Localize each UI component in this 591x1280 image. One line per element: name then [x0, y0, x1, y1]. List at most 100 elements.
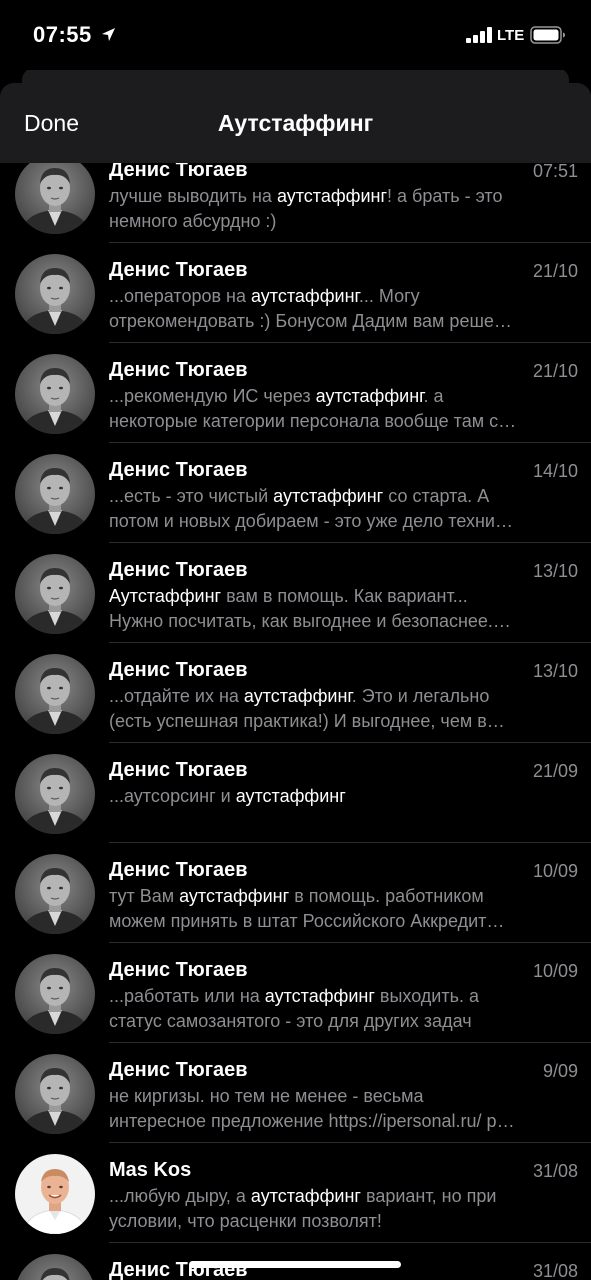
message-preview-line: лучше выводить на аутстаффинг! а брать -…: [109, 186, 579, 207]
message-preview-line: не киргизы. но тем не менее - весьма: [109, 1086, 579, 1107]
message-preview-line: ...рекомендую ИС через аутстаффинг. а: [109, 386, 579, 407]
message-preview-line: ...есть - это чистый аутстаффинг со стар…: [109, 486, 579, 507]
message-text: вариант, но при: [360, 1186, 497, 1206]
message-preview-line: интересное предложение https://ipersonal…: [109, 1111, 579, 1132]
message-text: ... Могу: [358, 286, 420, 306]
avatar: [15, 1054, 95, 1134]
message-text: лучше выводить на: [109, 186, 277, 206]
search-highlight: аутстаффинг: [264, 986, 375, 1006]
avatar: [15, 1254, 95, 1280]
message-text: ...операторов на: [109, 286, 251, 306]
message-preview-line: (есть успешная практика!) И выгоднее, че…: [109, 711, 579, 732]
message-preview-line: Нужно посчитать, как выгоднее и безопасн…: [109, 611, 579, 632]
location-arrow-icon: [101, 27, 116, 42]
chat-date: 21/10: [532, 361, 578, 381]
search-highlight: аутстаффинг: [276, 186, 388, 206]
message-text: в помощь. работником: [289, 886, 484, 906]
avatar: [15, 554, 95, 634]
message-text: вам в помощь. Как вариант...: [221, 586, 468, 606]
message-text: условии, что расценки позволят!: [109, 1211, 382, 1231]
network-type-label: LTE: [497, 27, 525, 44]
chat-sender-name: Денис Тюгаев: [109, 559, 248, 581]
chat-date: 10/09: [532, 861, 578, 881]
chat-date: 13/10: [532, 661, 578, 681]
avatar: [15, 1154, 95, 1234]
message-preview-line: ...любую дыру, а аутстаффинг вариант, но…: [109, 1186, 579, 1207]
chat-date: 31/08: [532, 1161, 578, 1181]
message-preview-line: ...отдайте их на аутстаффинг. Это и лега…: [109, 686, 579, 707]
message-text: выходить. а: [374, 986, 479, 1006]
chat-result-row[interactable]: Денис Тюгаев 9/09 не киргизы. но тем не ме…: [0, 1043, 591, 1143]
status-bar: 07:55 LTE: [0, 0, 591, 70]
chat-date: 10/09: [532, 961, 578, 981]
chat-date: 31/08: [532, 1261, 578, 1280]
chat-result-row[interactable]: Денис Тюгаев 21/10 ...операторов на аутста…: [0, 243, 591, 343]
message-preview-line: ...операторов на аутстаффинг... Могу: [109, 286, 579, 307]
chat-sender-name: Денис Тюгаев: [109, 859, 248, 881]
search-highlight: аутстаффинг: [315, 386, 424, 406]
message-text: ...рекомендую ИС через: [109, 386, 316, 406]
message-preview-line: можем принять в штат Российского Аккреди…: [109, 911, 579, 932]
message-preview-line: некоторые категории персонала вообще там…: [109, 411, 579, 432]
search-highlight: Аутстаффинг: [109, 586, 222, 606]
message-text: (есть успешная практика!) И выгоднее, че…: [109, 711, 505, 731]
message-preview-line: отрекомендовать :) Бонусом Дадим вам реш…: [109, 311, 579, 332]
search-highlight: аутстаффинг: [235, 786, 346, 806]
message-preview-line: Аутстаффинг вам в помощь. Как вариант...: [109, 586, 579, 607]
message-text: . а: [423, 386, 444, 406]
page-title: Аутстаффинг: [217, 110, 374, 136]
chat-date: 07:51: [532, 161, 578, 181]
cellular-signal-icon: [466, 27, 492, 43]
chat-sender-name: Денис Тюгаев: [109, 959, 248, 981]
chat-sender-name: Mas Kos: [109, 1159, 192, 1181]
chat-result-row[interactable]: Денис Тюгаев 10/09 тут Вам аутстаффинг в п…: [0, 843, 591, 943]
avatar: [15, 954, 95, 1034]
message-text: потом и новых добираем - это уже дело те…: [109, 511, 513, 531]
message-preview-line: статус самозанятого - это для других зад…: [109, 1011, 579, 1032]
search-highlight: аутстаффинг: [243, 686, 352, 706]
message-text: со старта. А: [383, 486, 490, 506]
avatar: [15, 754, 95, 834]
message-text: тут Вам: [109, 886, 180, 906]
status-time: 07:55: [33, 22, 92, 47]
chat-result-row[interactable]: Денис Тюгаев 10/09 ...работать или на аутс…: [0, 943, 591, 1043]
search-highlight: аутстаффинг: [251, 286, 359, 306]
message-preview-line: условии, что расценки позволят!: [109, 1211, 579, 1232]
message-text: не киргизы. но тем не менее - весьма: [109, 1086, 424, 1106]
chat-result-row[interactable]: Денис Тюгаев 21/10 ...рекомендую ИС через …: [0, 343, 591, 443]
avatar: [15, 154, 95, 234]
message-text: ...работать или на: [109, 986, 265, 1006]
search-highlight: аутстаффинг: [250, 1186, 361, 1206]
battery-icon: [530, 26, 565, 44]
chat-result-row[interactable]: Денис Тюгаев 13/10 ...отдайте их на аутста…: [0, 643, 591, 743]
chat-result-row[interactable]: Денис Тюгаев 21/09 ...аутсорсинг и аутстаф…: [0, 743, 591, 843]
message-text: немного абсурдно :): [109, 211, 277, 231]
message-preview-line: немного абсурдно :): [109, 211, 579, 232]
chat-sender-name: Денис Тюгаев: [109, 659, 248, 681]
avatar: [15, 854, 95, 934]
home-indicator[interactable]: [189, 1261, 401, 1268]
message-text: ...есть - это чистый: [109, 486, 274, 506]
message-text: ...аутсорсинг и: [109, 786, 236, 806]
message-preview-line: ...работать или на аутстаффинг выходить.…: [109, 986, 579, 1007]
message-text: . Это и легально: [351, 686, 490, 706]
message-text: статус самозанятого - это для других зад…: [109, 1011, 472, 1031]
search-highlight: аутстаффинг: [179, 886, 290, 906]
chat-result-row[interactable]: Денис Тюгаев 13/10 Аутстаффинг вам в помощ…: [0, 543, 591, 643]
chat-result-row[interactable]: Денис Тюгаев 14/10 ...есть - это чистый ау…: [0, 443, 591, 543]
chat-date: 13/10: [532, 561, 578, 581]
chat-result-row[interactable]: Mas Kos 31/08 ...любую дыру, а аутстаффинг…: [0, 1143, 591, 1243]
chat-date: 14/10: [532, 461, 578, 481]
avatar: [15, 354, 95, 434]
avatar: [15, 454, 95, 534]
nav-bar: Аутстаффинг Done: [0, 83, 591, 163]
message-text: отрекомендовать :) Бонусом Дадим вам реш…: [109, 311, 512, 331]
message-text: ...отдайте их на: [109, 686, 244, 706]
chat-date: 21/09: [532, 761, 578, 781]
message-text: можем принять в штат Российского Аккреди…: [109, 911, 505, 931]
message-preview-line: тут Вам аутстаффинг в помощь. работником: [109, 886, 579, 907]
chat-sender-name: Денис Тюгаев: [109, 259, 248, 281]
done-button[interactable]: Done: [24, 110, 79, 137]
avatar: [15, 654, 95, 734]
chat-sender-name: Денис Тюгаев: [109, 1059, 248, 1081]
